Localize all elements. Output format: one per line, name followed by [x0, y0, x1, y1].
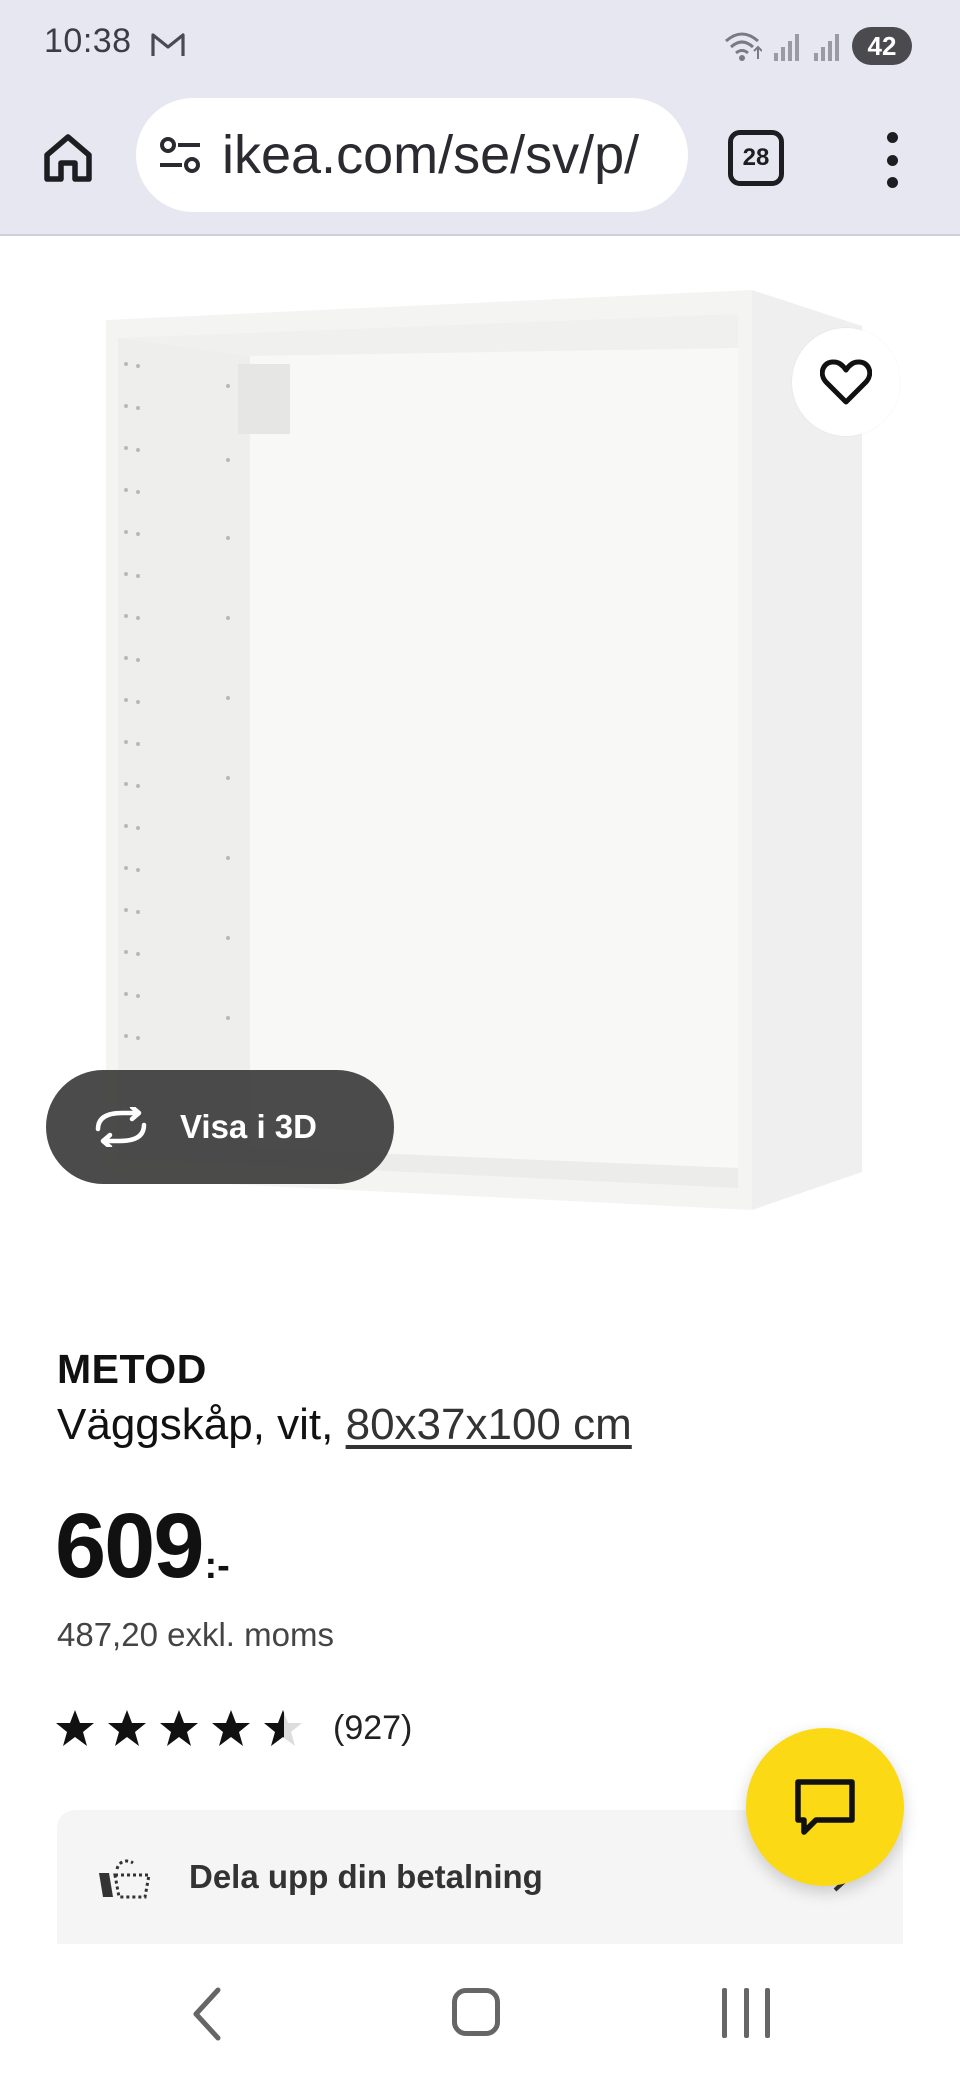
star-icon	[56, 1710, 94, 1746]
url-text: ikea.com/se/sv/p/	[222, 125, 640, 185]
wifi-icon	[725, 32, 762, 61]
chat-icon	[795, 1779, 855, 1835]
split-payment-icon	[99, 1859, 151, 1899]
back-icon[interactable]	[186, 1984, 230, 2044]
split-payment-label: Dela upp din betalning	[189, 1858, 543, 1895]
star-half-icon	[264, 1710, 302, 1746]
view-3d-label: Visa i 3D	[180, 1108, 317, 1145]
product-price: 609 :-	[55, 1500, 230, 1592]
battery-indicator: 42	[852, 27, 912, 65]
price-suffix: :-	[204, 1545, 230, 1587]
system-nav-bar	[0, 1952, 960, 2080]
tune-icon[interactable]	[156, 131, 204, 179]
product-description-text: Väggskåp, vit,	[57, 1400, 346, 1449]
review-count: (927)	[333, 1708, 413, 1747]
rating[interactable]: (927)	[55, 1708, 412, 1748]
favorite-button[interactable]	[792, 328, 900, 436]
url-bar[interactable]: ikea.com/se/sv/p/	[136, 98, 688, 212]
more-vert-icon[interactable]	[868, 128, 916, 192]
signal-icon	[774, 34, 799, 61]
browser-toolbar: ikea.com/se/sv/p/ 28	[0, 90, 960, 236]
nav-home-button[interactable]	[452, 1988, 500, 2036]
gmail-icon	[151, 33, 185, 56]
status-time: 10:38	[44, 22, 132, 60]
view-3d-button[interactable]: Visa i 3D	[46, 1070, 394, 1184]
home-button[interactable]	[36, 126, 100, 190]
status-icons: 42	[722, 24, 912, 68]
price-excl-vat: 487,20 exkl. moms	[57, 1616, 334, 1653]
star-icon	[108, 1710, 146, 1746]
heart-icon	[820, 359, 872, 405]
signal-icon	[814, 34, 839, 61]
rotate-3d-icon	[95, 1107, 147, 1147]
product-image[interactable]: Visa i 3D	[0, 238, 960, 1238]
rating-stars	[55, 1708, 303, 1748]
tab-switcher-button[interactable]: 28	[728, 130, 784, 186]
product-description: Väggskåp, vit, 80x37x100 cm	[57, 1400, 632, 1450]
status-bar: 10:38 42	[0, 0, 960, 90]
size-link[interactable]: 80x37x100 cm	[346, 1400, 632, 1449]
chat-button[interactable]	[746, 1728, 904, 1886]
star-icon	[212, 1710, 250, 1746]
product-name: METOD	[57, 1346, 207, 1392]
recents-icon[interactable]	[722, 1988, 770, 2038]
star-icon	[160, 1710, 198, 1746]
home-icon	[44, 134, 92, 182]
price-amount: 609	[55, 1495, 204, 1597]
